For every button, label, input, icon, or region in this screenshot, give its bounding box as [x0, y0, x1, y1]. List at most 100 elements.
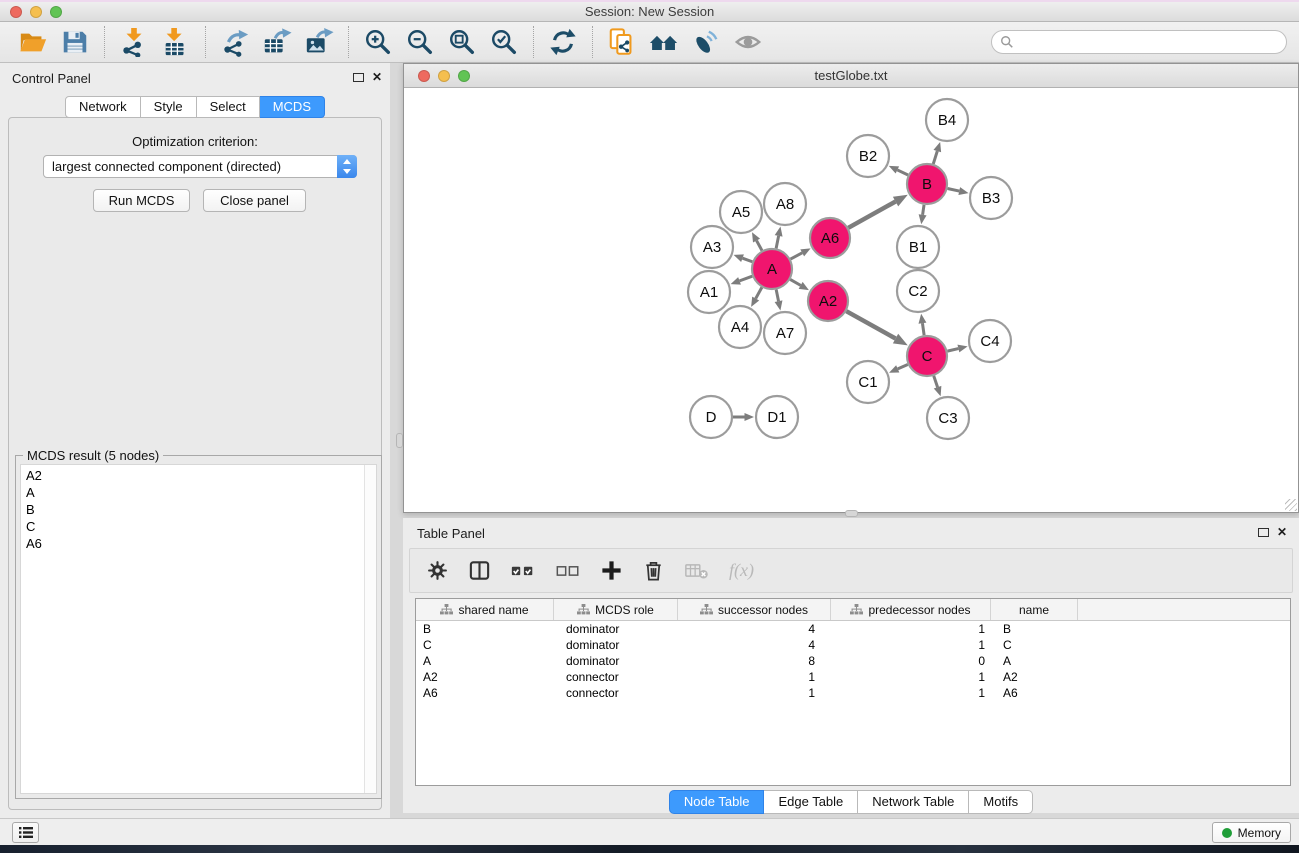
run-mcds-button[interactable]: Run MCDS	[93, 189, 190, 212]
network-graph[interactable]: B4B2BB3B1A5A8A6A3AA1C2A4A7A2CC4C1C3DD1	[404, 88, 1298, 513]
delete-columns-icon[interactable]	[642, 559, 665, 583]
graph-edge-A-A1[interactable]	[740, 276, 753, 281]
cell-shared-name[interactable]: A2	[416, 670, 554, 684]
cell-successor-nodes[interactable]: 4	[678, 638, 831, 652]
criterion-select[interactable]: largest connected component (directed)	[43, 155, 357, 178]
graph-node-A7[interactable]: A7	[764, 312, 806, 354]
table-row[interactable]: Cdominator41C	[416, 637, 1290, 653]
cell-shared-name[interactable]: C	[416, 638, 554, 652]
graph-node-D1[interactable]: D1	[756, 396, 798, 438]
window-resize-grip[interactable]	[1285, 499, 1297, 511]
select-all-checkboxes-icon[interactable]	[510, 559, 536, 583]
table-row[interactable]: A2connector11A2	[416, 669, 1290, 685]
task-console-button[interactable]	[12, 822, 39, 843]
graph-edge-C-C3[interactable]	[934, 376, 938, 387]
zoom-out-icon[interactable]	[405, 27, 435, 57]
graph-edge-C-C2[interactable]	[922, 323, 924, 335]
column-header-mcds-role[interactable]: MCDS role	[554, 599, 678, 620]
cell-name[interactable]: A	[991, 654, 1078, 668]
tab-network-table[interactable]: Network Table	[858, 790, 969, 814]
graph-node-B2[interactable]: B2	[847, 135, 889, 177]
graph-node-C[interactable]: C	[907, 336, 947, 376]
open-session-icon[interactable]	[18, 27, 48, 57]
import-network-from-file-icon[interactable]	[119, 27, 149, 57]
graph-edge-B-B3[interactable]	[948, 188, 960, 191]
column-header-successor-nodes[interactable]: successor nodes	[678, 599, 831, 620]
save-session-icon[interactable]	[60, 27, 90, 57]
desktop-horizontal-scrollbar-thumb[interactable]	[845, 510, 858, 517]
cell-name[interactable]: A6	[991, 686, 1078, 700]
network-canvas[interactable]: B4B2BB3B1A5A8A6A3AA1C2A4A7A2CC4C1C3DD1	[404, 88, 1298, 512]
add-column-icon[interactable]	[600, 559, 623, 583]
cell-mcds-role[interactable]: connector	[554, 670, 678, 684]
zoom-fit-content-icon[interactable]	[447, 27, 477, 57]
cell-shared-name[interactable]: A	[416, 654, 554, 668]
column-header-shared-name[interactable]: shared name	[416, 599, 554, 620]
deselect-all-checkboxes-icon[interactable]	[555, 559, 581, 583]
graph-node-A5[interactable]: A5	[720, 191, 762, 233]
graph-node-A3[interactable]: A3	[691, 226, 733, 268]
close-panel-button[interactable]: Close panel	[203, 189, 306, 212]
cell-name[interactable]: C	[991, 638, 1078, 652]
graph-node-A2[interactable]: A2	[808, 281, 848, 321]
graph-node-A[interactable]: A	[752, 249, 792, 289]
open-in-ndex-icon[interactable]	[607, 27, 637, 57]
graph-edge-A-A5[interactable]	[757, 241, 762, 251]
graph-node-A4[interactable]: A4	[719, 306, 761, 348]
graph-edge-A6-B[interactable]	[848, 202, 895, 228]
graph-edge-C-C4[interactable]	[947, 349, 958, 352]
mcds-result-item[interactable]: A6	[21, 536, 376, 552]
cell-successor-nodes[interactable]: 1	[678, 686, 831, 700]
graph-node-B4[interactable]: B4	[926, 99, 968, 141]
memory-button[interactable]: Memory	[1212, 822, 1291, 843]
cell-name[interactable]: A2	[991, 670, 1078, 684]
search-input[interactable]	[1019, 35, 1269, 50]
graph-edge-A-A4[interactable]	[756, 287, 762, 298]
table-row[interactable]: A6connector11A6	[416, 685, 1290, 701]
delete-table-icon[interactable]	[684, 559, 710, 583]
cell-mcds-role[interactable]: connector	[554, 686, 678, 700]
graph-edge-B-B2[interactable]	[897, 170, 908, 175]
table-row[interactable]: Adominator80A	[416, 653, 1290, 669]
graph-node-C4[interactable]: C4	[969, 320, 1011, 362]
cell-successor-nodes[interactable]: 1	[678, 670, 831, 684]
graph-edge-A-A7[interactable]	[776, 290, 778, 302]
column-header-predecessor-nodes[interactable]: predecessor nodes	[831, 599, 991, 620]
graph-node-D[interactable]: D	[690, 396, 732, 438]
tab-edge-table[interactable]: Edge Table	[764, 790, 858, 814]
tab-node-table[interactable]: Node Table	[669, 790, 765, 814]
graph-node-C2[interactable]: C2	[897, 270, 939, 312]
close-panel-icon[interactable]: ✕	[372, 70, 382, 84]
cell-shared-name[interactable]: B	[416, 622, 554, 636]
cell-mcds-role[interactable]: dominator	[554, 654, 678, 668]
graph-edge-A-A6[interactable]	[791, 253, 803, 259]
network-window-titlebar[interactable]: testGlobe.txt	[404, 64, 1298, 88]
function-builder-icon[interactable]: f(x)	[729, 559, 754, 583]
export-table-icon[interactable]	[262, 27, 292, 57]
export-network-icon[interactable]	[220, 27, 250, 57]
cell-name[interactable]: B	[991, 622, 1078, 636]
cell-successor-nodes[interactable]: 8	[678, 654, 831, 668]
style-brush-icon[interactable]	[691, 27, 721, 57]
zoom-selected-icon[interactable]	[489, 27, 519, 57]
cell-predecessor-nodes[interactable]: 0	[831, 654, 991, 668]
search-box[interactable]	[991, 30, 1287, 54]
tab-motifs[interactable]: Motifs	[969, 790, 1033, 814]
cell-predecessor-nodes[interactable]: 1	[831, 686, 991, 700]
graph-node-C3[interactable]: C3	[927, 397, 969, 439]
graph-edge-A-A8[interactable]	[776, 236, 779, 249]
settings-gear-icon[interactable]	[426, 559, 449, 583]
import-table-from-file-icon[interactable]	[161, 27, 191, 57]
cell-shared-name[interactable]: A6	[416, 686, 554, 700]
show-columns-icon[interactable]	[468, 559, 491, 583]
graph-node-B[interactable]: B	[907, 164, 947, 204]
tab-mcds[interactable]: MCDS	[260, 96, 325, 118]
mcds-result-item[interactable]: B	[21, 502, 376, 518]
zoom-in-icon[interactable]	[363, 27, 393, 57]
refresh-layout-icon[interactable]	[548, 27, 578, 57]
show-graphics-details-icon[interactable]	[733, 27, 763, 57]
list-scrollbar[interactable]	[364, 465, 376, 793]
graph-edge-C-C1[interactable]	[898, 364, 908, 368]
graph-node-B3[interactable]: B3	[970, 177, 1012, 219]
graph-edge-B-B4[interactable]	[933, 151, 937, 164]
